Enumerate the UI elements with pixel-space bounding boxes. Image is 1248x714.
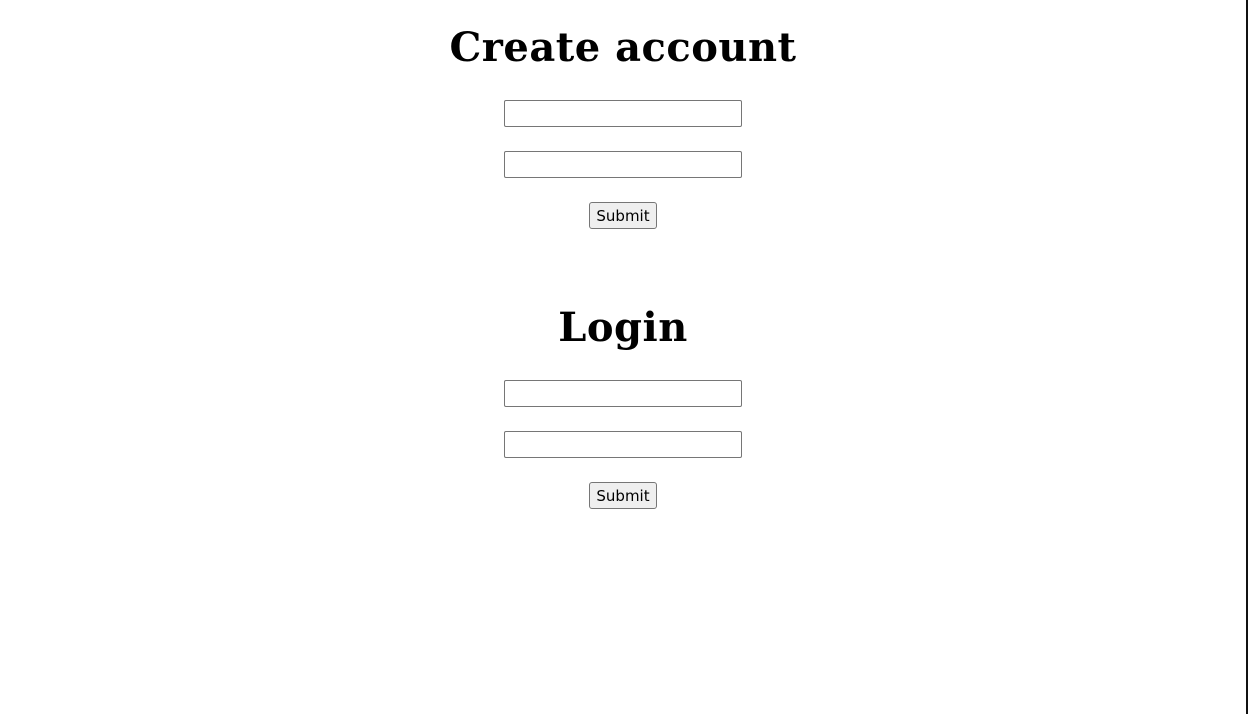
login-input-2[interactable] [504, 431, 742, 458]
login-title: Login [558, 304, 688, 351]
login-button-row: Submit [0, 482, 1246, 509]
login-field-row-2 [0, 431, 1246, 458]
create-account-button-row: Submit [0, 202, 1246, 229]
login-input-1[interactable] [504, 380, 742, 407]
create-account-submit-button[interactable]: Submit [589, 202, 657, 229]
create-account-input-2[interactable] [504, 151, 742, 178]
page: Create account Submit Login Submit [0, 0, 1248, 714]
login-submit-button[interactable]: Submit [589, 482, 657, 509]
create-account-field-row-1 [0, 100, 1246, 127]
login-form: Login Submit [0, 304, 1246, 509]
create-account-form: Create account Submit [0, 24, 1246, 229]
create-account-input-1[interactable] [504, 100, 742, 127]
create-account-title: Create account [449, 24, 797, 71]
create-account-field-row-2 [0, 151, 1246, 178]
login-field-row-1 [0, 380, 1246, 407]
